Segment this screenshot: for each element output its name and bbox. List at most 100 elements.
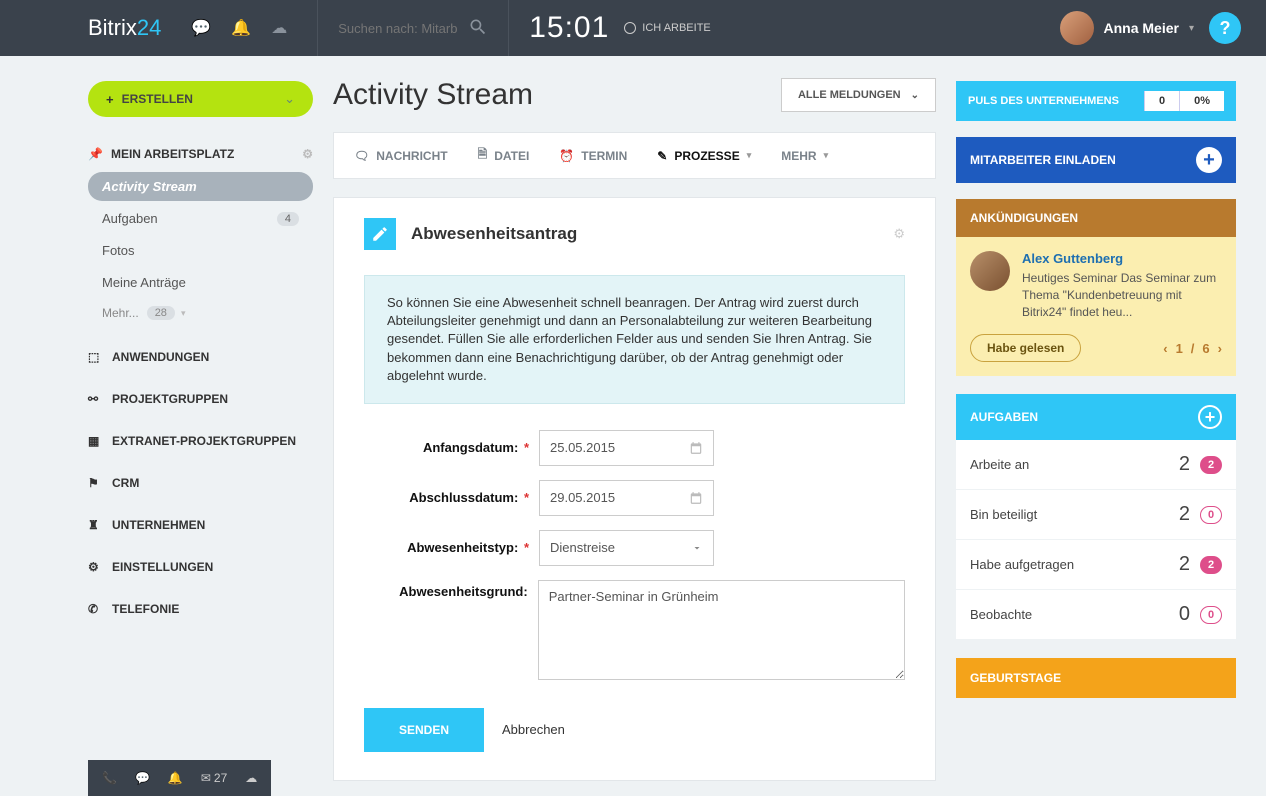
nav-telefonie[interactable]: ✆TELEFONIE bbox=[88, 588, 313, 630]
input-start-date[interactable]: 25.05.2015 bbox=[539, 430, 714, 466]
submit-button[interactable]: SENDEN bbox=[364, 708, 484, 752]
edit-icon: ✎ bbox=[657, 149, 667, 163]
cloud-icon[interactable]: ☁ bbox=[271, 18, 287, 38]
sidebar-item-antraege[interactable]: Meine Anträge bbox=[88, 268, 313, 297]
prev-icon[interactable]: ‹ bbox=[1163, 341, 1167, 356]
chevron-down-icon: ▾ bbox=[824, 150, 829, 161]
sidebar-item-fotos[interactable]: Fotos bbox=[88, 236, 313, 265]
tab-datei[interactable]: 🗎DATEI bbox=[478, 145, 530, 166]
sidebar-item-activity-stream[interactable]: Activity Stream bbox=[88, 172, 313, 201]
chat-icon[interactable]: 💬 bbox=[135, 771, 150, 785]
filter-button[interactable]: ALLE MELDUNGEN ⌄ bbox=[781, 78, 936, 112]
nav-einstellungen[interactable]: ⚙EINSTELLUNGEN bbox=[88, 546, 313, 588]
nav-unternehmen[interactable]: ♜UNTERNEHMEN bbox=[88, 504, 313, 546]
main-content: Activity Stream ALLE MELDUNGEN ⌄ 🗨NACHRI… bbox=[313, 56, 956, 781]
announcement-author[interactable]: Alex Guttenberg bbox=[1022, 251, 1222, 266]
nav-extranet[interactable]: ▦ EXTRANET-PROJEKTGRUPPEN bbox=[88, 420, 313, 462]
bell-icon[interactable]: 🔔 bbox=[168, 771, 183, 785]
tab-prozesse[interactable]: ✎ PROZESSE ▾ bbox=[657, 145, 751, 166]
task-label: Beobachte bbox=[970, 607, 1032, 622]
brand[interactable]: Bitrix24 bbox=[88, 15, 161, 41]
task-row-watching[interactable]: Beobachte 0 0 bbox=[956, 590, 1236, 640]
nav-projektgruppen[interactable]: ⚯PROJEKTGRUPPEN bbox=[88, 378, 313, 420]
pager-current: 1 bbox=[1176, 341, 1183, 356]
cancel-button[interactable]: Abbrechen bbox=[502, 722, 565, 737]
chevron-down-icon: ▾ bbox=[747, 150, 752, 161]
tab-label: DATEI bbox=[494, 149, 529, 163]
search-input[interactable] bbox=[338, 21, 458, 36]
filter-label: ALLE MELDUNGEN bbox=[798, 89, 901, 101]
plus-icon: + bbox=[106, 92, 114, 107]
input-type[interactable]: Dienstreise bbox=[539, 530, 714, 566]
card-title: Abwesenheitsantrag bbox=[411, 224, 577, 244]
nav-crm[interactable]: ⚑CRM bbox=[88, 462, 313, 504]
input-value: Dienstreise bbox=[550, 540, 615, 555]
help-button[interactable]: ? bbox=[1209, 12, 1241, 44]
task-count: 2 bbox=[1179, 553, 1190, 576]
phone-icon[interactable]: 📞 bbox=[102, 771, 117, 785]
tab-mehr[interactable]: MEHR ▾ bbox=[781, 145, 828, 166]
tab-label: PROZESSE bbox=[674, 149, 739, 163]
add-task-button[interactable]: + bbox=[1198, 405, 1222, 429]
time-block: 15:01 ICH ARBEITE bbox=[529, 11, 711, 45]
gear-icon[interactable]: ⚙ bbox=[302, 147, 313, 161]
flag-icon: ⚑ bbox=[88, 476, 102, 490]
sidebar-more-label: Mehr... bbox=[102, 306, 139, 320]
sidebar-item-aufgaben[interactable]: Aufgaben 4 bbox=[88, 204, 313, 233]
search-icon[interactable] bbox=[468, 17, 488, 40]
process-card: Abwesenheitsantrag ⚙ So können Sie eine … bbox=[333, 197, 936, 781]
tab-label: MEHR bbox=[781, 149, 816, 163]
search-area bbox=[317, 0, 509, 56]
task-row-assigned[interactable]: Habe aufgetragen 2 2 bbox=[956, 540, 1236, 590]
nav-anwendungen[interactable]: ⬚ANWENDUNGEN bbox=[88, 336, 313, 378]
task-count: 2 bbox=[1179, 453, 1190, 476]
sidebar-more[interactable]: Mehr... 28 ▾ bbox=[88, 300, 313, 326]
input-reason[interactable] bbox=[538, 580, 905, 680]
create-button[interactable]: + ERSTELLEN ⌄ bbox=[88, 81, 313, 117]
pulse-widget[interactable]: PULS DES UNTERNEHMENS 0 0% bbox=[956, 81, 1236, 121]
tab-termin[interactable]: ⏰TERMIN bbox=[559, 145, 627, 166]
task-count: 0 bbox=[1179, 603, 1190, 626]
sidebar-item-label: Aufgaben bbox=[102, 211, 158, 226]
tab-nachricht[interactable]: 🗨NACHRICHT bbox=[354, 145, 448, 166]
announcement-pager: ‹ 1 / 6 › bbox=[1163, 341, 1222, 356]
label-type: Abwesenheitstyp: * bbox=[364, 540, 539, 555]
gear-icon[interactable]: ⚙ bbox=[893, 226, 905, 242]
nav-label: PROJEKTGRUPPEN bbox=[112, 392, 228, 406]
cloud-icon[interactable]: ☁ bbox=[245, 771, 257, 785]
topbar-icons: 💬 🔔 ☁ bbox=[191, 18, 287, 38]
announcements-header: ANKÜNDIGUNGEN bbox=[956, 199, 1236, 237]
sidebar-heading-label: MEIN ARBEITSPLATZ bbox=[111, 147, 234, 161]
chat-icon[interactable]: 💬 bbox=[191, 18, 211, 38]
task-pill: 2 bbox=[1200, 556, 1222, 574]
extranet-icon: ▦ bbox=[88, 434, 102, 448]
avatar[interactable] bbox=[970, 251, 1010, 291]
mail-icon[interactable]: ✉27 bbox=[201, 771, 227, 785]
sidebar-more-badge: 28 bbox=[147, 306, 175, 320]
nav-label: EXTRANET-PROJEKTGRUPPEN bbox=[112, 434, 296, 448]
tasks-header: AUFGABEN + bbox=[956, 394, 1236, 440]
birthdays-header[interactable]: GEBURTSTAGE bbox=[956, 658, 1236, 698]
bottombar: 📞 💬 🔔 ✉27 ☁ bbox=[88, 760, 271, 796]
bell-icon[interactable]: 🔔 bbox=[231, 18, 251, 38]
task-row-involved[interactable]: Bin beteiligt 2 0 bbox=[956, 490, 1236, 540]
label-reason: Abwesenheitsgrund: bbox=[364, 580, 538, 599]
task-row-working[interactable]: Arbeite an 2 2 bbox=[956, 440, 1236, 490]
task-count: 2 bbox=[1179, 503, 1190, 526]
chevron-down-icon: ▾ bbox=[181, 308, 186, 319]
label-end-date: Abschlussdatum: * bbox=[364, 490, 539, 505]
input-end-date[interactable]: 29.05.2015 bbox=[539, 480, 714, 516]
invite-button[interactable]: MITARBEITER EINLADEN + bbox=[956, 137, 1236, 183]
pulse-stats: 0 0% bbox=[1144, 91, 1224, 111]
work-status[interactable]: ICH ARBEITE bbox=[624, 22, 710, 34]
sidebar: + ERSTELLEN ⌄ 📌 MEIN ARBEITSPLATZ ⚙ Acti… bbox=[88, 56, 313, 781]
mark-read-button[interactable]: Habe gelesen bbox=[970, 334, 1081, 362]
nav-label: TELEFONIE bbox=[112, 602, 179, 616]
right-column: PULS DES UNTERNEHMENS 0 0% MITARBEITER E… bbox=[956, 56, 1236, 781]
user-name: Anna Meier bbox=[1104, 20, 1179, 36]
sidebar-heading-workspace[interactable]: 📌 MEIN ARBEITSPLATZ ⚙ bbox=[88, 139, 313, 169]
chevron-down-icon: ▾ bbox=[1189, 23, 1194, 34]
next-icon[interactable]: › bbox=[1218, 341, 1222, 356]
info-box: So können Sie eine Abwesenheit schnell b… bbox=[364, 275, 905, 404]
user-menu[interactable]: Anna Meier ▾ bbox=[1060, 11, 1195, 45]
